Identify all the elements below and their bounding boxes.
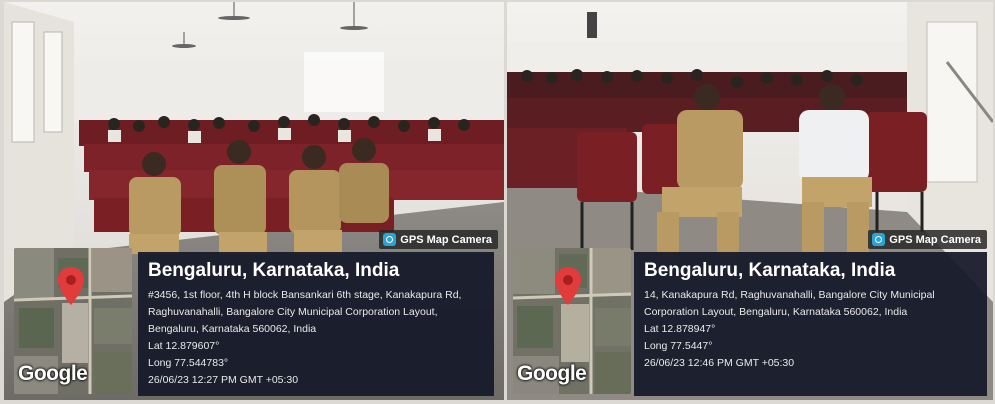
location-address: #3456, 1st floor, 4th H block Bansankari… xyxy=(148,289,462,335)
google-watermark: Google xyxy=(517,362,587,385)
location-info-panel: Bengaluru, Karnataka, India #3456, 1st f… xyxy=(138,252,494,396)
timestamp-text: 26/06/23 12:27 PM GMT +05:30 xyxy=(148,374,299,386)
geotagged-photo-left: GPS Map Camera Google Bengaluru, Karnata… xyxy=(4,2,504,400)
location-address: 14, Kanakapura Rd, Raghuvanahalli, Banga… xyxy=(644,289,935,318)
map-pin-icon xyxy=(58,267,84,305)
map-thumbnail: Google xyxy=(14,248,132,394)
location-title: Bengaluru, Karnataka, India xyxy=(644,260,896,281)
location-info-panel: Bengaluru, Karnataka, India 14, Kanakapu… xyxy=(634,252,987,396)
longitude-text: Long 77.544783° xyxy=(148,357,229,369)
geotagged-photo-right: GPS Map Camera Google Bengaluru, Karnata… xyxy=(507,2,993,400)
timestamp-text: 26/06/23 12:46 PM GMT +05:30 xyxy=(644,357,795,369)
map-pin-icon xyxy=(555,267,581,305)
camera-badge-label: GPS Map Camera xyxy=(400,233,492,246)
location-title: Bengaluru, Karnataka, India xyxy=(148,260,400,281)
map-thumbnail: Google xyxy=(513,248,631,394)
camera-icon xyxy=(383,233,397,246)
gps-map-camera-badge: GPS Map Camera xyxy=(868,230,987,249)
camera-icon xyxy=(872,233,886,246)
latitude-text: Lat 12.879607° xyxy=(148,340,220,352)
camera-badge-label: GPS Map Camera xyxy=(889,233,981,246)
gps-map-camera-badge: GPS Map Camera xyxy=(379,230,498,249)
google-watermark: Google xyxy=(18,362,88,385)
longitude-text: Long 77.5447° xyxy=(644,340,713,352)
latitude-text: Lat 12.878947° xyxy=(644,323,716,335)
